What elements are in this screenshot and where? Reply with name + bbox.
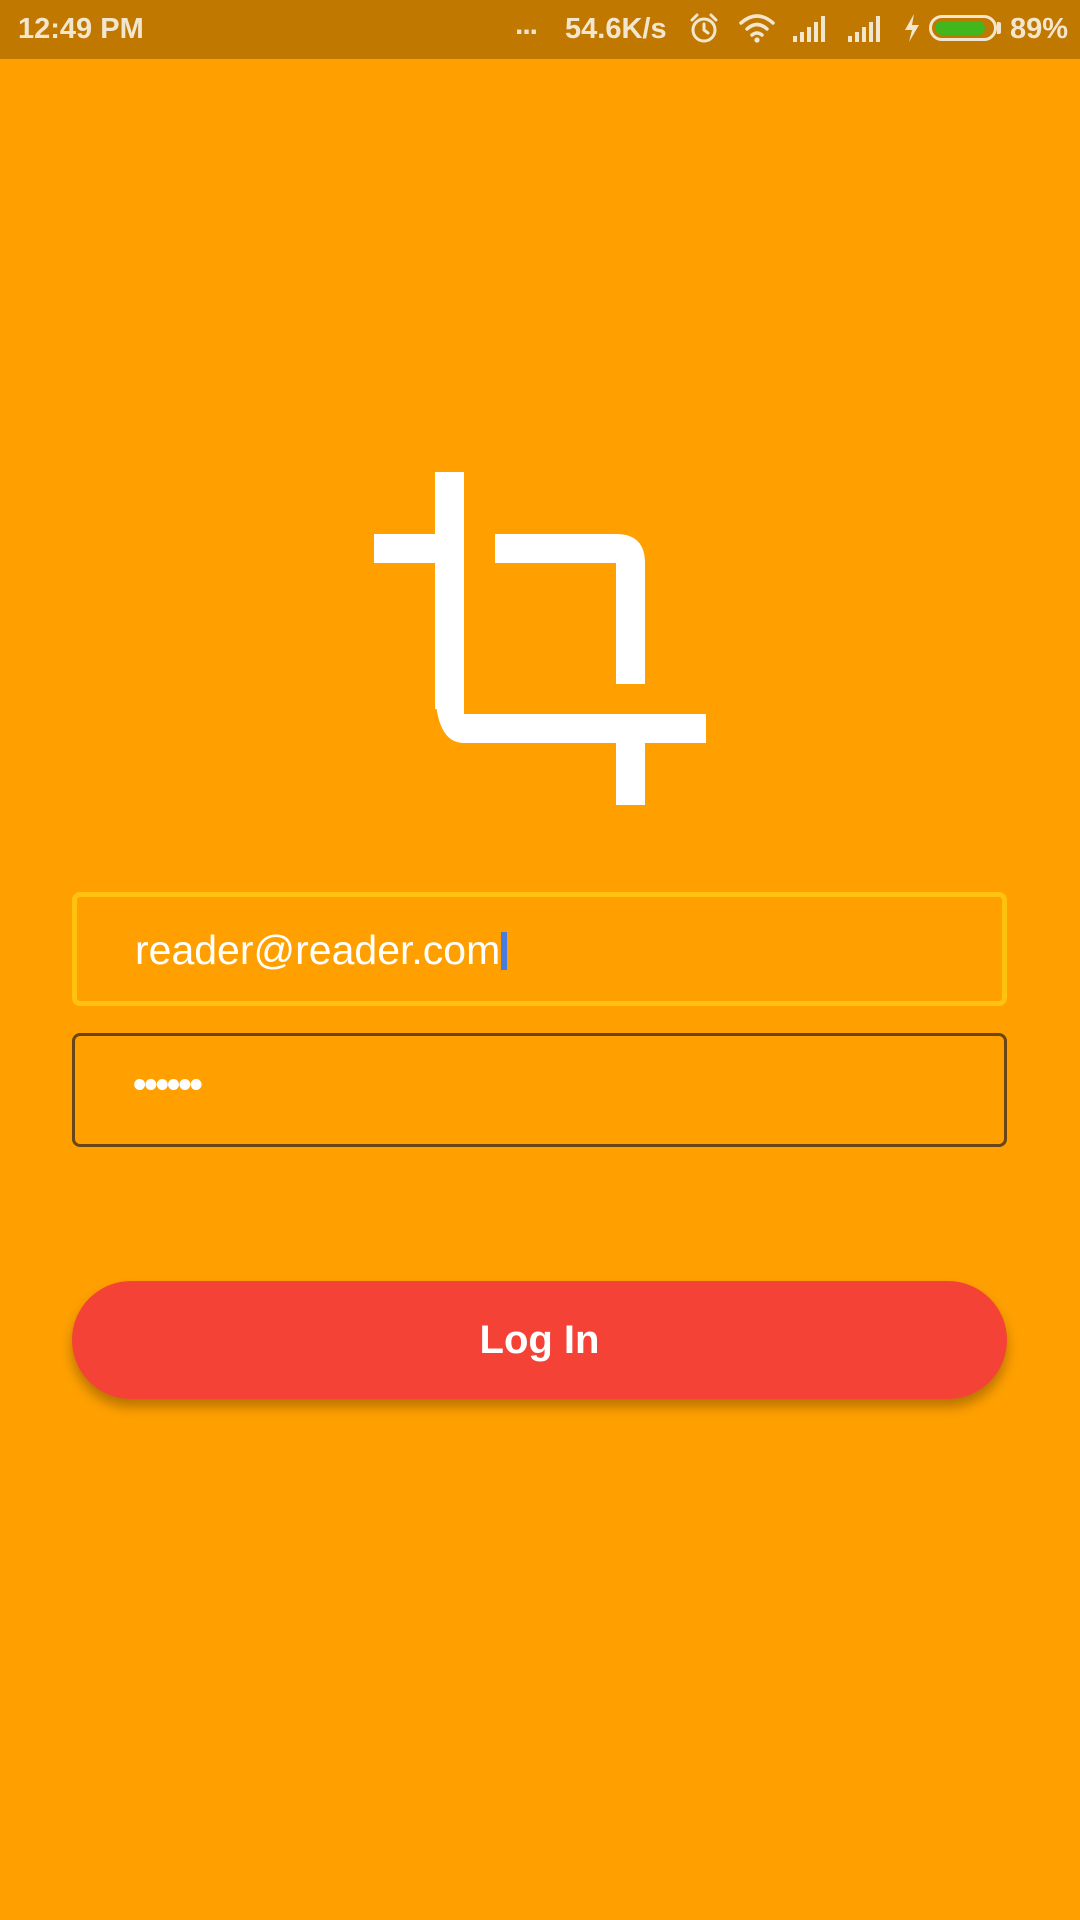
status-bar: 12:49 PM ... 54.6K/s 89%: [0, 0, 1080, 59]
password-field[interactable]: ••••••: [72, 1033, 1007, 1147]
alarm-icon: [688, 12, 720, 52]
signal-icon: [792, 12, 832, 52]
signal-icon: [847, 12, 887, 52]
status-time: 12:49 PM: [18, 13, 144, 45]
email-field[interactable]: reader@reader.com: [72, 892, 1007, 1006]
battery-percent: 89%: [1010, 13, 1069, 45]
battery-level: [935, 21, 985, 35]
battery-icon: [929, 15, 997, 41]
password-value: ••••••: [133, 1064, 203, 1106]
network-speed: 54.6K/s: [565, 13, 667, 45]
login-button[interactable]: Log In: [72, 1281, 1007, 1399]
status-more-dots: ...: [515, 8, 538, 41]
crop-icon: [374, 472, 706, 805]
email-value: reader@reader.com: [135, 927, 508, 974]
text-cursor: [501, 932, 508, 970]
charging-icon: [902, 12, 922, 52]
battery-tip: [997, 22, 1001, 34]
wifi-icon: [738, 12, 776, 52]
